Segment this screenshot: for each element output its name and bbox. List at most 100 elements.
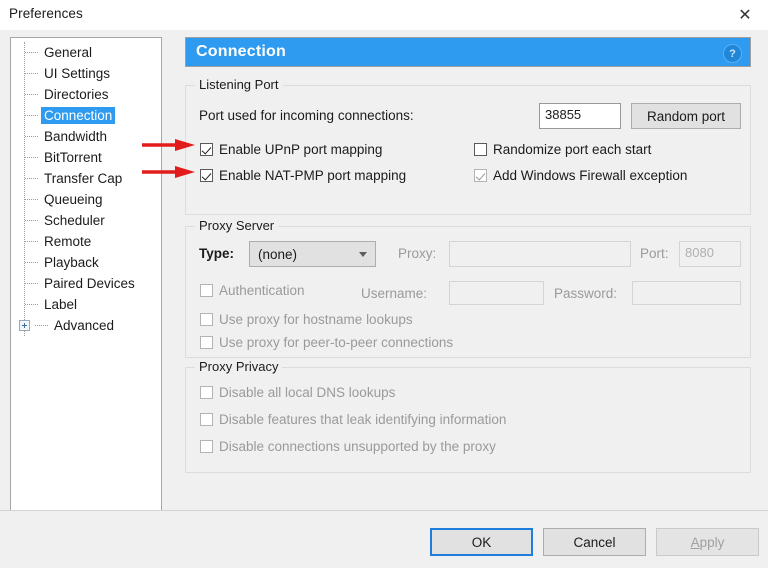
- sidebar-item-label: Connection: [41, 107, 116, 124]
- close-icon: ✕: [738, 4, 752, 24]
- proxy-type-value: (none): [258, 246, 298, 262]
- sidebar-item-advanced[interactable]: Advanced: [11, 315, 161, 336]
- sidebar-item-remote[interactable]: Remote: [11, 231, 161, 252]
- sidebar-item-label: Directories: [44, 87, 109, 102]
- proxy-hostname-lookups-label: Use proxy for hostname lookups: [219, 312, 413, 327]
- disable-leak-features-checkbox[interactable]: Disable features that leak identifying i…: [200, 412, 506, 427]
- sidebar-item-label: Transfer Cap: [44, 171, 123, 186]
- random-port-button[interactable]: Random port: [631, 103, 741, 129]
- listening-port-group: Listening Port Port used for incoming co…: [185, 77, 751, 215]
- proxy-type-select[interactable]: (none): [249, 241, 376, 267]
- close-button[interactable]: ✕: [722, 0, 768, 29]
- sidebar-item-scheduler[interactable]: Scheduler: [11, 210, 161, 231]
- proxy-type-label: Type:: [199, 246, 235, 261]
- authentication-label: Authentication: [219, 283, 305, 298]
- port-used-label: Port used for incoming connections:: [199, 108, 414, 123]
- enable-natpmp-checkbox[interactable]: Enable NAT-PMP port mapping: [200, 168, 406, 183]
- page-title: Connection: [196, 43, 286, 60]
- firewall-exception-label: Add Windows Firewall exception: [493, 168, 688, 183]
- sidebar-item-label: General: [44, 45, 93, 60]
- username-label: Username:: [361, 286, 428, 301]
- enable-upnp-checkbox[interactable]: Enable UPnP port mapping: [200, 142, 382, 157]
- tree-branch-icon: [25, 156, 38, 159]
- proxy-host-input[interactable]: [449, 241, 631, 267]
- tree-branch-icon: [25, 72, 38, 75]
- sidebar-item-label: Label: [44, 297, 78, 312]
- settings-tree[interactable]: General UI Settings Directories Connecti…: [10, 37, 162, 511]
- chevron-down-icon: [359, 252, 367, 257]
- sidebar-item-label: Scheduler: [44, 213, 105, 228]
- tree-branch-icon: [25, 219, 38, 222]
- tree-branch-icon: [25, 135, 38, 138]
- enable-upnp-label: Enable UPnP port mapping: [219, 142, 383, 157]
- tree-branch-icon: [25, 303, 38, 306]
- sidebar-item-connection[interactable]: Connection: [11, 105, 161, 126]
- port-input[interactable]: 38855: [539, 103, 621, 129]
- checkbox-icon: [200, 440, 213, 453]
- apply-button: Apply: [656, 528, 759, 556]
- sidebar-item-label: Playback: [44, 255, 99, 270]
- proxy-server-group: Proxy Server Type: (none) Proxy: Port: 8…: [185, 218, 751, 358]
- randomize-port-checkbox[interactable]: Randomize port each start: [474, 142, 651, 157]
- proxy-host-label: Proxy:: [398, 246, 437, 261]
- title-bar: Preferences ✕: [0, 0, 768, 31]
- sidebar-item-queueing[interactable]: Queueing: [11, 189, 161, 210]
- tree-branch-icon: [25, 177, 38, 180]
- tree-branch-icon: [25, 261, 38, 264]
- sidebar-item-transfer-cap[interactable]: Transfer Cap: [11, 168, 161, 189]
- proxy-peer-to-peer-checkbox[interactable]: Use proxy for peer-to-peer connections: [200, 335, 453, 350]
- proxy-privacy-group: Proxy Privacy Disable all local DNS look…: [185, 359, 751, 473]
- proxy-port-label: Port:: [640, 246, 669, 261]
- group-title-proxy-server: Proxy Server: [195, 218, 279, 233]
- ok-button[interactable]: OK: [430, 528, 533, 556]
- disable-dns-lookups-checkbox[interactable]: Disable all local DNS lookups: [200, 385, 395, 400]
- help-icon[interactable]: ?: [723, 44, 742, 63]
- sidebar-item-label: Bandwidth: [44, 129, 108, 144]
- authentication-checkbox[interactable]: Authentication: [200, 283, 305, 298]
- expand-plus-icon[interactable]: [19, 320, 30, 331]
- cancel-button[interactable]: Cancel: [543, 528, 646, 556]
- sidebar-item-label: UI Settings: [44, 66, 111, 81]
- sidebar-item-general[interactable]: General: [11, 42, 161, 63]
- checkbox-icon: [200, 413, 213, 426]
- sidebar-item-label: Advanced: [54, 318, 115, 333]
- sidebar-item-ui-settings[interactable]: UI Settings: [11, 63, 161, 84]
- firewall-exception-checkbox[interactable]: Add Windows Firewall exception: [474, 168, 687, 183]
- proxy-hostname-lookups-checkbox[interactable]: Use proxy for hostname lookups: [200, 312, 413, 327]
- apply-button-rest: pply: [699, 534, 725, 550]
- sidebar-item-directories[interactable]: Directories: [11, 84, 161, 105]
- window-title: Preferences: [9, 6, 83, 21]
- enable-natpmp-label: Enable NAT-PMP port mapping: [219, 168, 407, 183]
- sidebar-item-label: Paired Devices: [44, 276, 135, 291]
- checkbox-icon: [200, 313, 213, 326]
- settings-tree-list: General UI Settings Directories Connecti…: [11, 38, 161, 336]
- apply-button-mnemonic: A: [690, 534, 700, 550]
- checkbox-icon: [474, 143, 487, 156]
- sidebar-item-playback[interactable]: Playback: [11, 252, 161, 273]
- sidebar-item-bandwidth[interactable]: Bandwidth: [11, 126, 161, 147]
- sidebar-item-bittorrent[interactable]: BitTorrent: [11, 147, 161, 168]
- sidebar-item-label[interactable]: Label: [11, 294, 161, 315]
- checkbox-icon: [200, 336, 213, 349]
- randomize-port-label: Randomize port each start: [493, 142, 652, 157]
- checkbox-icon: [200, 284, 213, 297]
- proxy-port-input[interactable]: 8080: [679, 241, 741, 267]
- footer-button-bar: OK Cancel Apply: [0, 511, 768, 568]
- username-input[interactable]: [449, 281, 544, 305]
- disable-unsupported-connections-checkbox[interactable]: Disable connections unsupported by the p…: [200, 439, 496, 454]
- checkbox-icon: [200, 386, 213, 399]
- dialog-body: General UI Settings Directories Connecti…: [0, 30, 768, 568]
- password-label: Password:: [554, 286, 618, 301]
- tree-branch-icon: [25, 114, 38, 117]
- checkbox-icon: [200, 143, 213, 156]
- tree-branch-icon: [25, 240, 38, 243]
- password-input[interactable]: [632, 281, 741, 305]
- tree-branch-icon: [25, 93, 38, 96]
- tree-branch-icon: [25, 198, 38, 201]
- checkbox-icon: [474, 169, 487, 182]
- sidebar-item-label: Remote: [44, 234, 92, 249]
- sidebar-item-paired-devices[interactable]: Paired Devices: [11, 273, 161, 294]
- checkbox-icon: [200, 169, 213, 182]
- tree-branch-icon: [25, 51, 38, 54]
- tree-branch-icon: [35, 324, 48, 327]
